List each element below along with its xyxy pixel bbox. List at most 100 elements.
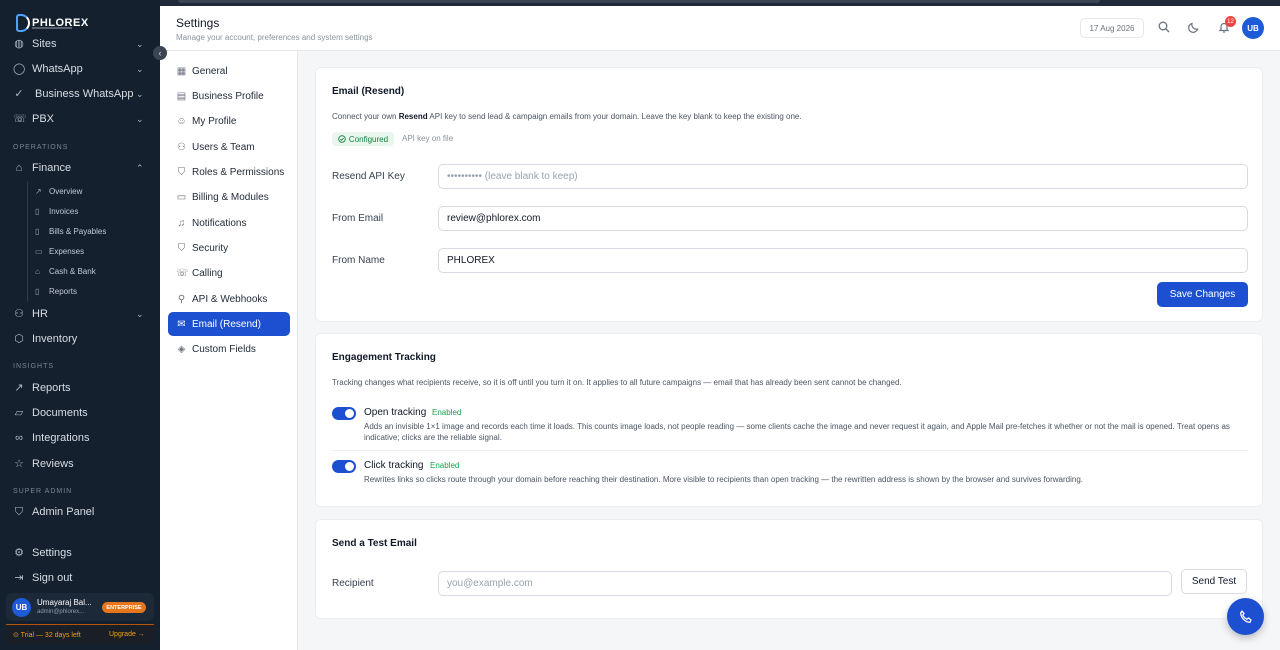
save-changes-button[interactable]: Save Changes bbox=[1157, 282, 1248, 307]
gear-icon: ⚙ bbox=[14, 547, 24, 559]
file-icon: ▯ bbox=[35, 286, 40, 296]
settings-nav-roles[interactable]: ⛉ Roles & Permissions bbox=[168, 160, 290, 184]
phone-icon: ☏ bbox=[176, 267, 189, 279]
box-icon: ⬡ bbox=[14, 333, 24, 345]
from-name-input[interactable] bbox=[438, 248, 1248, 273]
trend-icon: ↗ bbox=[35, 186, 42, 196]
chevron-down-icon: ⌄ bbox=[136, 308, 144, 319]
moon-icon[interactable] bbox=[1187, 21, 1201, 35]
plan-badge: ENTERPRISE bbox=[102, 602, 146, 613]
bank-icon: ⌂ bbox=[15, 162, 23, 174]
sidebar-subitem-overview[interactable]: ↗ Overview bbox=[0, 182, 160, 200]
card-icon: ▭ bbox=[35, 246, 43, 256]
call-fab-button[interactable] bbox=[1227, 598, 1264, 635]
chat-icon: ◯ bbox=[13, 63, 26, 75]
file-icon: ▯ bbox=[35, 226, 40, 236]
sidebar-item-inventory[interactable]: ⬡ Inventory bbox=[0, 327, 160, 351]
page-header: Settings Manage your account, preference… bbox=[160, 6, 1280, 51]
sidebar-item-sites[interactable]: ◍ Sites ⌄ bbox=[0, 32, 160, 56]
lock-shield-icon: ⛉ bbox=[177, 242, 186, 254]
layers-icon: ◈ bbox=[177, 343, 186, 355]
sidebar: PHLOREX ◍ Sites ⌄ ◯ WhatsApp ⌄ ✓ Busines… bbox=[0, 0, 160, 650]
settings-nav-users-team[interactable]: ⚇ Users & Team bbox=[168, 135, 290, 159]
open-tracking-description: Adds an invisible 1×1 image and records … bbox=[364, 422, 1230, 442]
send-test-email-card: Send a Test Email Recipient Send Test bbox=[315, 519, 1263, 619]
check-circle-icon bbox=[338, 135, 346, 143]
settings-nav-notifications[interactable]: ♫ Notifications bbox=[168, 211, 290, 235]
from-email-input[interactable] bbox=[438, 206, 1248, 231]
settings-nav-my-profile[interactable]: ☺ My Profile bbox=[168, 109, 290, 133]
shield-icon: ⛉ bbox=[14, 506, 24, 518]
chevron-down-icon: ⌄ bbox=[136, 38, 144, 49]
sign-out-icon: ⇥ bbox=[14, 572, 24, 584]
page-title: Settings bbox=[176, 16, 220, 30]
shield-icon: ⛉ bbox=[177, 166, 186, 178]
sidebar-item-settings[interactable]: ⚙ Settings bbox=[0, 541, 160, 565]
sidebar-subitem-bills[interactable]: ▯ Bills & Payables bbox=[0, 222, 160, 240]
sidebar-subitem-expenses[interactable]: ▭ Expenses bbox=[0, 242, 160, 260]
status-note: API key on file bbox=[402, 134, 454, 143]
card-title: Send a Test Email bbox=[332, 538, 417, 549]
sidebar-subitem-cash-bank[interactable]: ⌂ Cash & Bank bbox=[0, 262, 160, 280]
sidebar-item-admin-panel[interactable]: ⛉ Admin Panel bbox=[0, 500, 160, 524]
settings-nav-custom-fields[interactable]: ◈ Custom Fields bbox=[168, 337, 290, 361]
settings-nav-api-webhooks[interactable]: ⚲ API & Webhooks bbox=[168, 287, 290, 311]
sidebar-item-business-whatsapp[interactable]: ✓ Business WhatsApp ⌄ bbox=[0, 82, 160, 106]
sidebar-item-hr[interactable]: ⚇ HR ⌄ bbox=[0, 302, 160, 326]
click-tracking-toggle[interactable] bbox=[332, 460, 356, 473]
recipient-input[interactable] bbox=[438, 571, 1172, 596]
open-tracking-toggle[interactable] bbox=[332, 407, 356, 420]
folder-icon: ▱ bbox=[14, 407, 24, 419]
file-icon: ▯ bbox=[35, 206, 40, 216]
sidebar-subitem-reports[interactable]: ▯ Reports bbox=[0, 282, 160, 300]
settings-nav: ▦ General ▤ Business Profile ☺ My Profile ⚇… bbox=[160, 51, 298, 650]
settings-nav-calling[interactable]: ☏ Calling bbox=[168, 261, 290, 285]
brand-logo[interactable]: PHLOREX bbox=[16, 14, 89, 32]
settings-nav-security[interactable]: ⛉ Security bbox=[168, 236, 290, 260]
user-email: admin@phlorex... bbox=[37, 609, 85, 615]
sidebar-subitem-invoices[interactable]: ▯ Invoices bbox=[0, 202, 160, 220]
card-title: Engagement Tracking bbox=[332, 352, 436, 363]
notification-badge: 12 bbox=[1225, 16, 1236, 27]
settings-nav-general[interactable]: ▦ General bbox=[168, 59, 290, 83]
from-email-label: From Email bbox=[332, 213, 384, 224]
sidebar-item-finance[interactable]: ⌂ Finance ⌃ bbox=[0, 156, 160, 180]
sidebar-item-whatsapp[interactable]: ◯ WhatsApp ⌄ bbox=[0, 57, 160, 81]
header-avatar[interactable]: UB bbox=[1242, 17, 1264, 39]
user-name: Umayaraj Bal... bbox=[37, 598, 92, 607]
sidebar-item-documents[interactable]: ▱ Documents bbox=[0, 401, 160, 425]
user-card[interactable]: UB Umayaraj Bal... admin@phlorex... ENTE… bbox=[6, 593, 154, 621]
date-pill: 17 Aug 2026 bbox=[1080, 18, 1144, 38]
recipient-label: Recipient bbox=[332, 578, 374, 589]
card-description: Tracking changes what recipients receive… bbox=[332, 378, 902, 387]
search-icon[interactable] bbox=[1157, 21, 1171, 35]
chevron-down-icon: ⌄ bbox=[136, 63, 144, 74]
card-title: Email (Resend) bbox=[332, 86, 405, 97]
avatar: UB bbox=[12, 598, 31, 617]
link-icon: ∞ bbox=[15, 432, 23, 444]
sidebar-item-reviews[interactable]: ☆ Reviews bbox=[0, 452, 160, 476]
sidebar-item-sign-out[interactable]: ⇥ Sign out bbox=[0, 566, 160, 590]
webhook-icon: ⚲ bbox=[177, 293, 186, 305]
settings-nav-email-resend[interactable]: ✉ Email (Resend) bbox=[168, 312, 290, 336]
trial-text: ⊙ Trial — 32 days left bbox=[13, 632, 81, 639]
settings-nav-business-profile[interactable]: ▤ Business Profile bbox=[168, 84, 290, 108]
open-tracking-status: Enabled bbox=[432, 408, 462, 417]
mail-icon: ✉ bbox=[177, 318, 186, 330]
click-tracking-status: Enabled bbox=[430, 461, 460, 470]
api-key-label: Resend API Key bbox=[332, 171, 405, 182]
send-test-button[interactable]: Send Test bbox=[1181, 569, 1247, 594]
chevron-up-icon: ⌃ bbox=[136, 162, 144, 173]
phone-icon bbox=[1239, 609, 1252, 623]
collapse-sidebar-button[interactable]: ‹ bbox=[153, 46, 167, 60]
user-icon: ☺ bbox=[176, 115, 187, 127]
sidebar-item-reports[interactable]: ↗ Reports bbox=[0, 376, 160, 400]
upgrade-link[interactable]: Upgrade → bbox=[109, 631, 145, 638]
bank-icon: ⌂ bbox=[35, 266, 40, 276]
building-icon: ▦ bbox=[176, 65, 187, 77]
briefcase-icon: ▤ bbox=[176, 90, 187, 102]
sidebar-item-integrations[interactable]: ∞ Integrations bbox=[0, 426, 160, 450]
settings-nav-billing[interactable]: ▭ Billing & Modules bbox=[168, 185, 290, 209]
sidebar-item-pbx[interactable]: ☏ PBX ⌄ bbox=[0, 107, 160, 131]
api-key-input[interactable] bbox=[438, 164, 1248, 189]
